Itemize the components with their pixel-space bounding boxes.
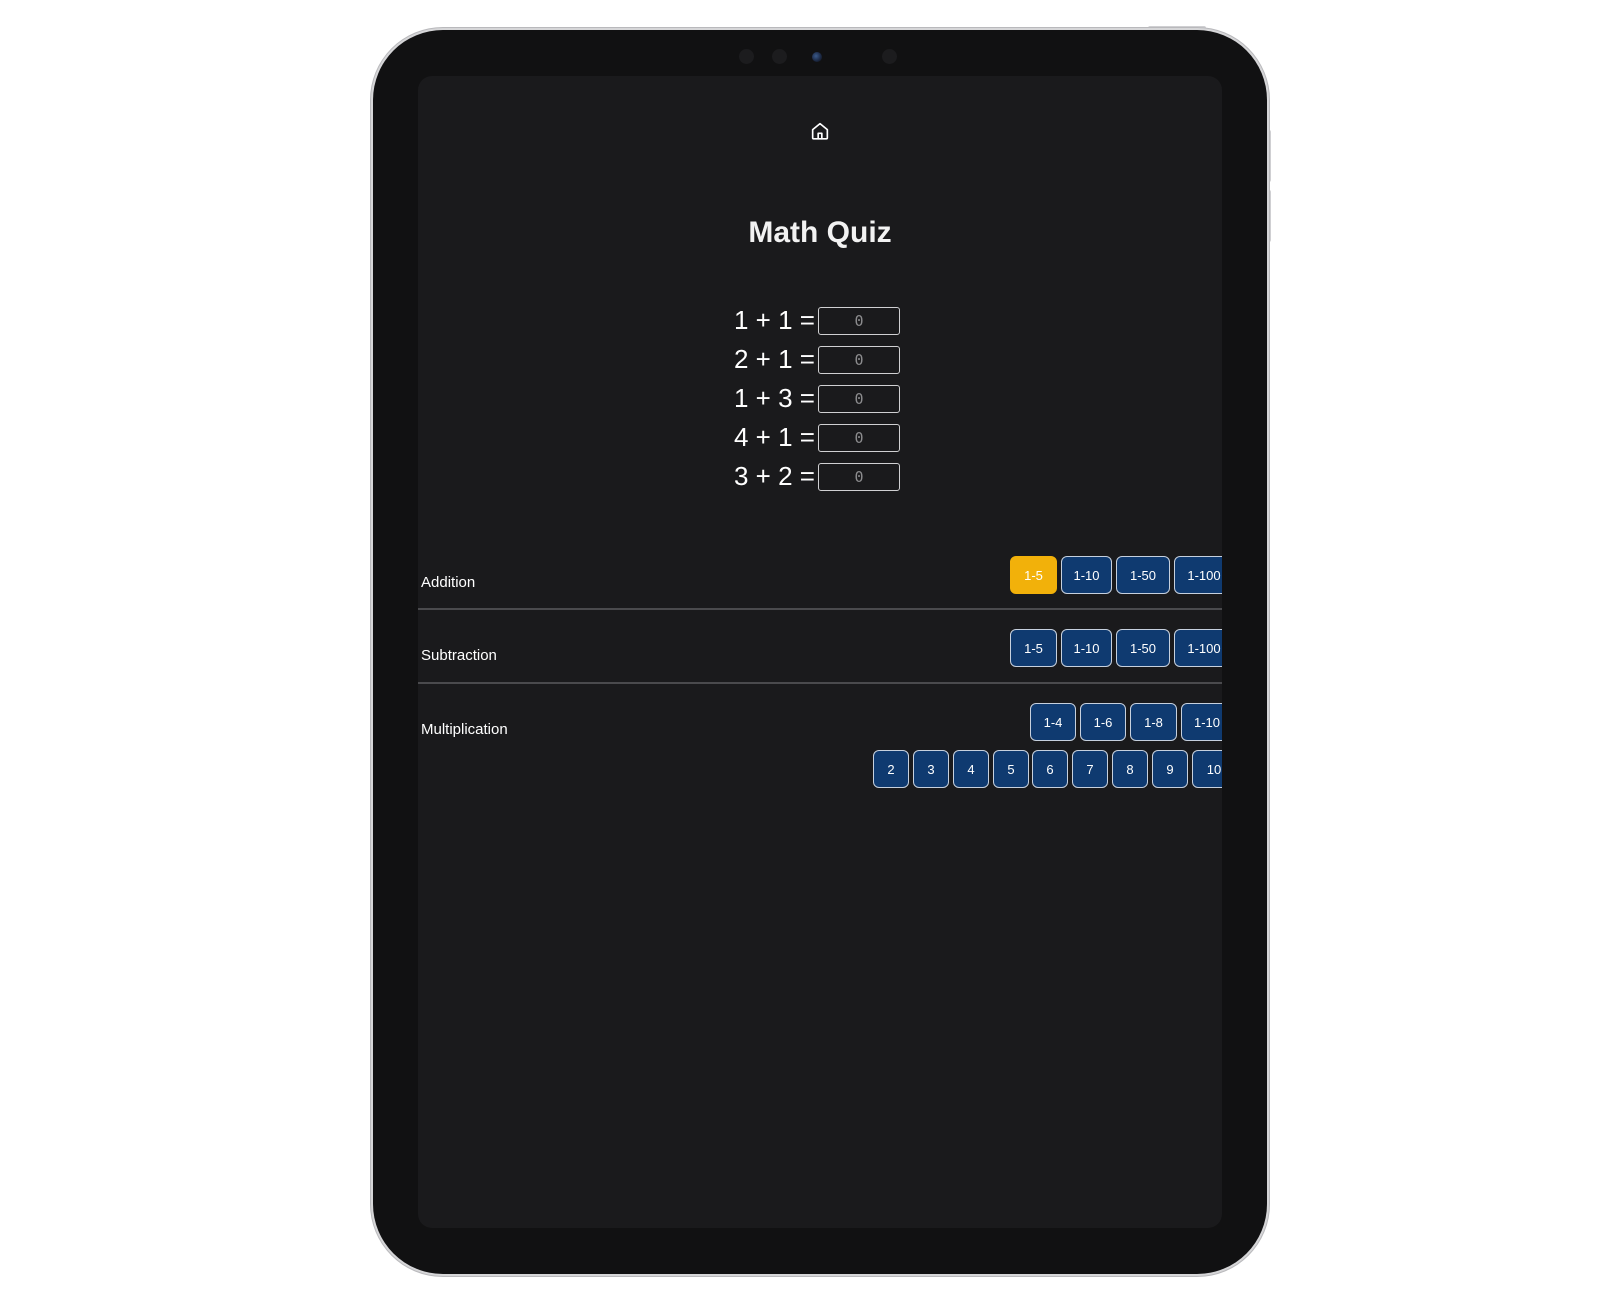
question-text: 1 + 3 = (734, 383, 815, 413)
addition-label: Addition (421, 574, 476, 591)
subtraction-section: Subtraction 1-5 1-10 1-50 1-100 (418, 626, 1222, 690)
multiplication-range-1-4-button[interactable]: 1-4 (1030, 703, 1076, 741)
answer-input[interactable] (818, 384, 900, 413)
times-table-7-button[interactable]: 7 (1072, 750, 1108, 788)
question-text: 3 + 2 = (734, 461, 815, 491)
question-text: 1 + 1 = (734, 305, 815, 335)
quiz-question: 1 + 3 = (734, 379, 914, 418)
answer-input[interactable] (818, 462, 900, 491)
addition-range-1-50-button[interactable]: 1-50 (1116, 556, 1170, 594)
section-divider (418, 608, 1222, 610)
quiz-question: 3 + 2 = (734, 457, 914, 496)
front-camera (812, 52, 822, 62)
addition-range-1-100-button[interactable]: 1-100 (1174, 556, 1222, 594)
page-title: Math Quiz (748, 216, 892, 249)
sensor-dot (772, 49, 787, 64)
sensor-dot (739, 49, 754, 64)
multiplication-label: Multiplication (421, 721, 508, 738)
answer-input[interactable] (818, 306, 900, 335)
screen: Math Quiz 1 + 1 = 2 + 1 = 1 + 3 = 4 + 1 … (418, 76, 1222, 1228)
subtraction-range-1-10-button[interactable]: 1-10 (1061, 629, 1112, 667)
times-table-5-button[interactable]: 5 (993, 750, 1029, 788)
times-table-6-button[interactable]: 6 (1032, 750, 1068, 788)
addition-range-1-5-button[interactable]: 1-5 (1010, 556, 1057, 594)
section-divider (418, 682, 1222, 684)
addition-range-1-10-button[interactable]: 1-10 (1061, 556, 1112, 594)
times-table-9-button[interactable]: 9 (1152, 750, 1188, 788)
answer-input[interactable] (818, 423, 900, 452)
sensor-dot (882, 49, 897, 64)
question-text: 2 + 1 = (734, 344, 815, 374)
multiplication-range-1-10-button[interactable]: 1-10 (1181, 703, 1222, 741)
times-table-10-button[interactable]: 10 (1192, 750, 1222, 788)
subtraction-range-1-50-button[interactable]: 1-50 (1116, 629, 1170, 667)
question-text: 4 + 1 = (734, 422, 815, 452)
volume-down-button (1267, 190, 1271, 242)
times-table-8-button[interactable]: 8 (1112, 750, 1148, 788)
times-table-3-button[interactable]: 3 (913, 750, 949, 788)
subtraction-range-1-5-button[interactable]: 1-5 (1010, 629, 1057, 667)
quiz-question: 2 + 1 = (734, 340, 914, 379)
subtraction-label: Subtraction (421, 647, 497, 664)
answer-input[interactable] (818, 345, 900, 374)
volume-up-button (1267, 130, 1271, 182)
times-table-2-button[interactable]: 2 (873, 750, 909, 788)
subtraction-range-1-100-button[interactable]: 1-100 (1174, 629, 1222, 667)
multiplication-range-1-6-button[interactable]: 1-6 (1080, 703, 1126, 741)
quiz-question: 4 + 1 = (734, 418, 914, 457)
stage: Math Quiz 1 + 1 = 2 + 1 = 1 + 3 = 4 + 1 … (0, 0, 1600, 1300)
quiz-questions: 1 + 1 = 2 + 1 = 1 + 3 = 4 + 1 = 3 + 2 = (734, 301, 914, 496)
quiz-question: 1 + 1 = (734, 301, 914, 340)
home-icon[interactable] (809, 120, 831, 142)
multiplication-range-1-8-button[interactable]: 1-8 (1130, 703, 1177, 741)
times-table-4-button[interactable]: 4 (953, 750, 989, 788)
multiplication-section: Multiplication 1-4 1-6 1-8 1-10 2 3 4 5 … (418, 700, 1222, 820)
